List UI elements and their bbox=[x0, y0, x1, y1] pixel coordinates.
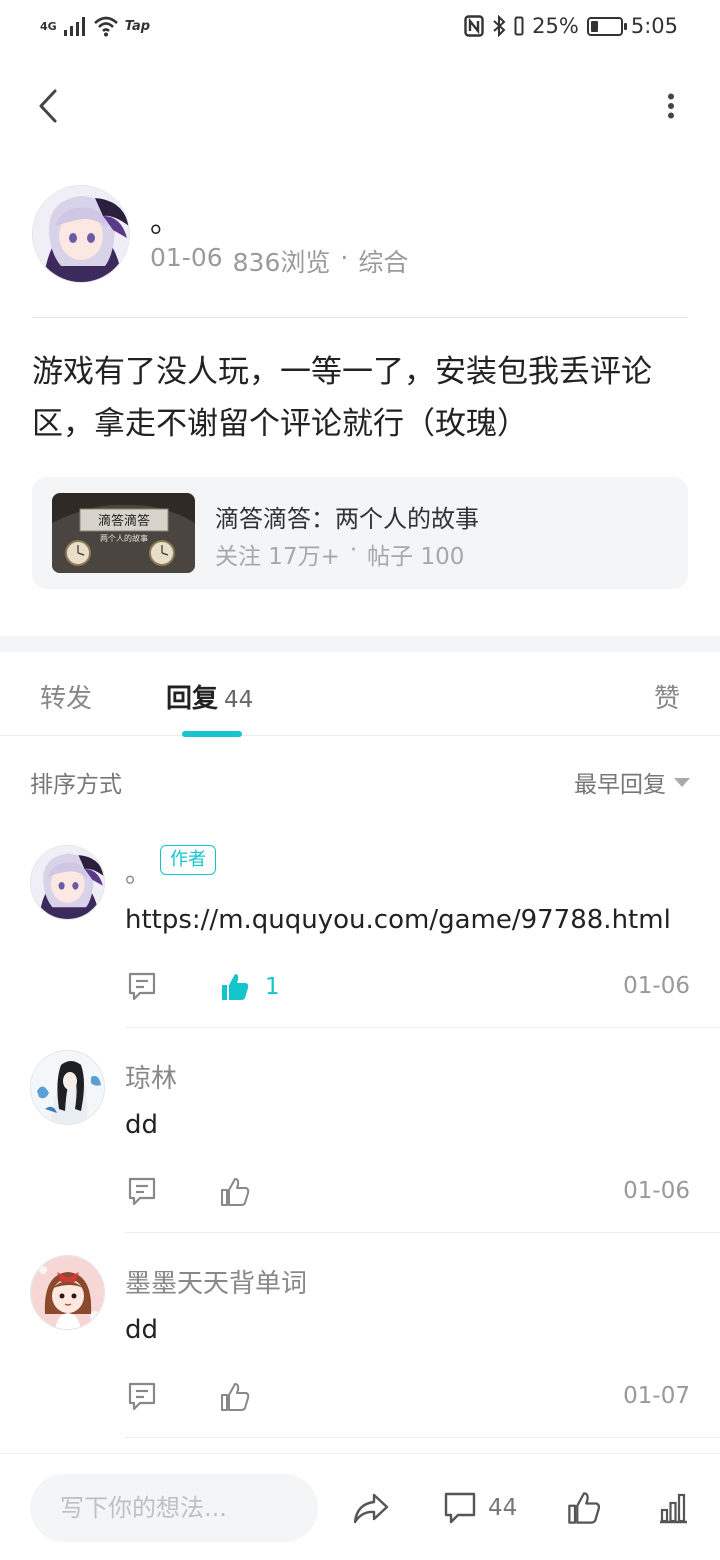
commenter-name[interactable]: 琼林 bbox=[125, 1058, 177, 1095]
commenter-name[interactable]: 。 bbox=[125, 853, 151, 890]
chevron-left-icon bbox=[39, 89, 57, 123]
network-type: 4G bbox=[40, 19, 57, 33]
wifi-icon bbox=[93, 16, 118, 37]
bar-chart-icon bbox=[660, 1493, 687, 1524]
reply-button[interactable] bbox=[125, 969, 161, 1005]
comment-date: 01-06 bbox=[623, 1178, 690, 1204]
comment-icon bbox=[128, 972, 156, 1001]
post-author: 。 01-06 836浏览 · 综合 bbox=[32, 185, 688, 285]
comment-text[interactable]: https://m.ququyou.com/game/97788.html bbox=[125, 905, 671, 935]
post-date: 01-06 bbox=[150, 243, 223, 272]
game-posts: 帖子 100 bbox=[367, 544, 465, 570]
thumb-title: 滴答滴答 bbox=[98, 513, 150, 529]
reply-button[interactable] bbox=[125, 1379, 161, 1415]
like-count: 1 bbox=[265, 974, 280, 1000]
sort-value: 最早回复 bbox=[574, 772, 666, 798]
game-stats: 关注 17万+ · 帖子 100 bbox=[215, 537, 464, 571]
game-followers: 关注 17万+ bbox=[215, 544, 340, 570]
comment-text[interactable]: dd bbox=[125, 1315, 158, 1345]
meta-separator: · bbox=[340, 243, 349, 272]
comment-input[interactable] bbox=[30, 1474, 318, 1542]
battery-percent: 25% bbox=[532, 14, 579, 38]
bottom-action-bar: 44 bbox=[0, 1453, 720, 1560]
stats-separator: · bbox=[349, 537, 358, 563]
like-post-button[interactable] bbox=[566, 1488, 602, 1528]
divider bbox=[125, 1437, 720, 1438]
ink-figure-avatar-image bbox=[31, 1051, 104, 1124]
bluetooth-icon bbox=[493, 15, 506, 37]
comment-icon bbox=[128, 1177, 156, 1206]
tab-reply-label: 回复 bbox=[166, 684, 219, 714]
signal-icon bbox=[63, 17, 85, 36]
comment-item: 琼林 dd 01-06 bbox=[0, 1050, 720, 1256]
thumb-subtitle: 两个人的故事 bbox=[100, 533, 148, 543]
comment-input-box[interactable] bbox=[30, 1474, 318, 1542]
comment-bubble-icon bbox=[444, 1492, 476, 1524]
author-badge: 作者 bbox=[160, 845, 216, 875]
share-icon bbox=[353, 1493, 389, 1524]
comment-actions: 01-07 bbox=[125, 1379, 690, 1419]
sort-label: 排序方式 bbox=[30, 772, 122, 798]
clock: 5:05 bbox=[630, 14, 678, 38]
commenter-name[interactable]: 墨墨天天背单词 bbox=[125, 1263, 307, 1300]
post-views: 836浏览 bbox=[232, 248, 331, 277]
like-button[interactable] bbox=[219, 1174, 251, 1210]
section-gap bbox=[0, 636, 720, 652]
comment-icon bbox=[128, 1382, 156, 1411]
vibrate-icon bbox=[514, 16, 524, 36]
share-button[interactable] bbox=[352, 1488, 390, 1528]
tab-bar: 转发 回复 44 赞 bbox=[0, 652, 720, 737]
anime-girl-avatar-image bbox=[33, 186, 129, 282]
tab-forward[interactable]: 转发 bbox=[40, 678, 92, 715]
comment-text[interactable]: dd bbox=[125, 1110, 158, 1140]
post-meta: 01-06 836浏览 · 综合 bbox=[150, 243, 408, 279]
commenter-avatar[interactable] bbox=[30, 1050, 105, 1125]
back-button[interactable] bbox=[26, 84, 70, 128]
cartoon-girl-avatar-image bbox=[31, 1256, 104, 1329]
battery-icon bbox=[586, 16, 627, 36]
more-options-button[interactable] bbox=[656, 84, 686, 128]
commenter-avatar[interactable] bbox=[30, 1255, 105, 1330]
comment-item: 墨墨天天背单词 dd 01-07 bbox=[0, 1255, 720, 1461]
comment-count: 44 bbox=[488, 1495, 518, 1521]
tab-like[interactable]: 赞 bbox=[654, 678, 680, 715]
active-tab-indicator bbox=[182, 731, 242, 737]
divider bbox=[125, 1232, 720, 1233]
commenter-avatar[interactable] bbox=[30, 845, 105, 920]
caret-down-icon bbox=[674, 777, 690, 787]
game-thumbnail: 滴答滴答 两个人的故事 bbox=[52, 493, 195, 573]
author-name[interactable]: 。 bbox=[150, 197, 180, 241]
stats-button[interactable] bbox=[656, 1488, 690, 1528]
sort-dropdown[interactable]: 最早回复 bbox=[574, 765, 690, 799]
status-bar: 4G Tap 25% 5:05 bbox=[0, 0, 720, 52]
comment-actions: 01-06 bbox=[125, 1174, 690, 1214]
thumbs-up-icon bbox=[568, 1492, 601, 1524]
comments-button[interactable]: 44 bbox=[442, 1488, 517, 1528]
nfc-icon bbox=[464, 15, 484, 37]
game-card[interactable]: 滴答滴答 两个人的故事 滴答滴答：两个人的故事 关注 17万+ · 帖子 100 bbox=[32, 477, 688, 589]
author-avatar[interactable] bbox=[32, 185, 130, 283]
tab-reply-count: 44 bbox=[224, 687, 254, 713]
tab-reply[interactable]: 回复 44 bbox=[166, 678, 253, 715]
anime-girl-avatar-image bbox=[31, 846, 104, 919]
divider bbox=[32, 317, 688, 318]
post-category[interactable]: 综合 bbox=[358, 243, 408, 279]
comment-date: 01-06 bbox=[623, 973, 690, 999]
reply-button[interactable] bbox=[125, 1174, 161, 1210]
like-button[interactable]: 1 bbox=[219, 969, 280, 1005]
thumbs-up-icon bbox=[221, 1178, 250, 1206]
thumbs-up-icon bbox=[221, 1383, 250, 1411]
comment-actions: 1 01-06 bbox=[125, 969, 690, 1009]
divider bbox=[125, 1027, 720, 1028]
tap-tag: Tap bbox=[124, 18, 151, 34]
thumbs-up-filled-icon bbox=[222, 974, 249, 1000]
like-button[interactable] bbox=[219, 1379, 251, 1415]
top-nav bbox=[0, 70, 720, 142]
comment-date: 01-07 bbox=[623, 1383, 690, 1409]
post-content: 游戏有了没人玩，一等一了，安装包我丢评论区，拿走不谢留个评论就行（玫瑰） bbox=[32, 354, 652, 442]
game-title: 滴答滴答：两个人的故事 bbox=[215, 505, 479, 533]
more-vertical-icon bbox=[668, 93, 674, 119]
comment-item: 。 作者 https://m.ququyou.com/game/97788.ht… bbox=[0, 845, 720, 1051]
sort-row: 排序方式 最早回复 bbox=[30, 760, 690, 800]
